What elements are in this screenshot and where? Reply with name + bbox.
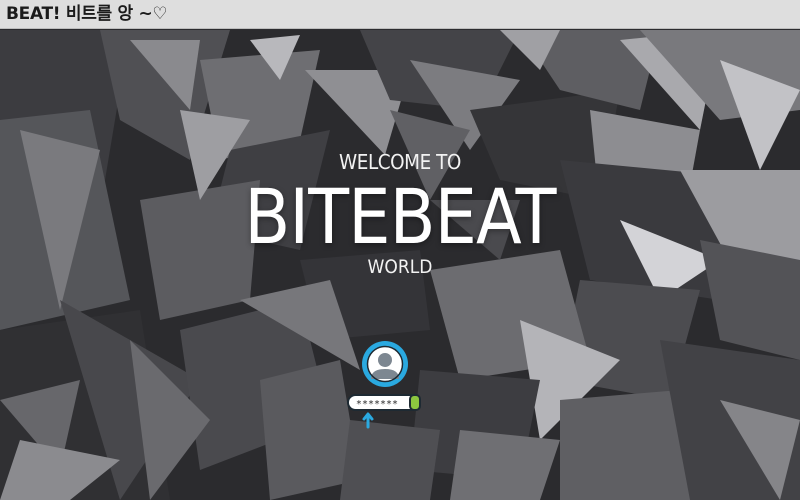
top-bar: BEAT! 비트를 앙 ~♡ <box>0 0 800 29</box>
hero-section: WELCOME TO BITEBEAT WORLD <box>0 150 800 278</box>
login-button[interactable]: ******* <box>340 335 430 435</box>
site-title[interactable]: BEAT! 비트를 앙 ~♡ <box>6 3 168 25</box>
user-login-icon: ******* <box>347 341 421 429</box>
brand-title: BITEBEAT <box>244 172 556 261</box>
welcome-text: WELCOME TO <box>339 150 461 174</box>
page: BEAT! 비트를 앙 ~♡ WELCOME TO BITEBEAT WORLD… <box>0 0 800 500</box>
password-mask: ******* <box>356 399 398 410</box>
world-text: WORLD <box>367 256 433 278</box>
